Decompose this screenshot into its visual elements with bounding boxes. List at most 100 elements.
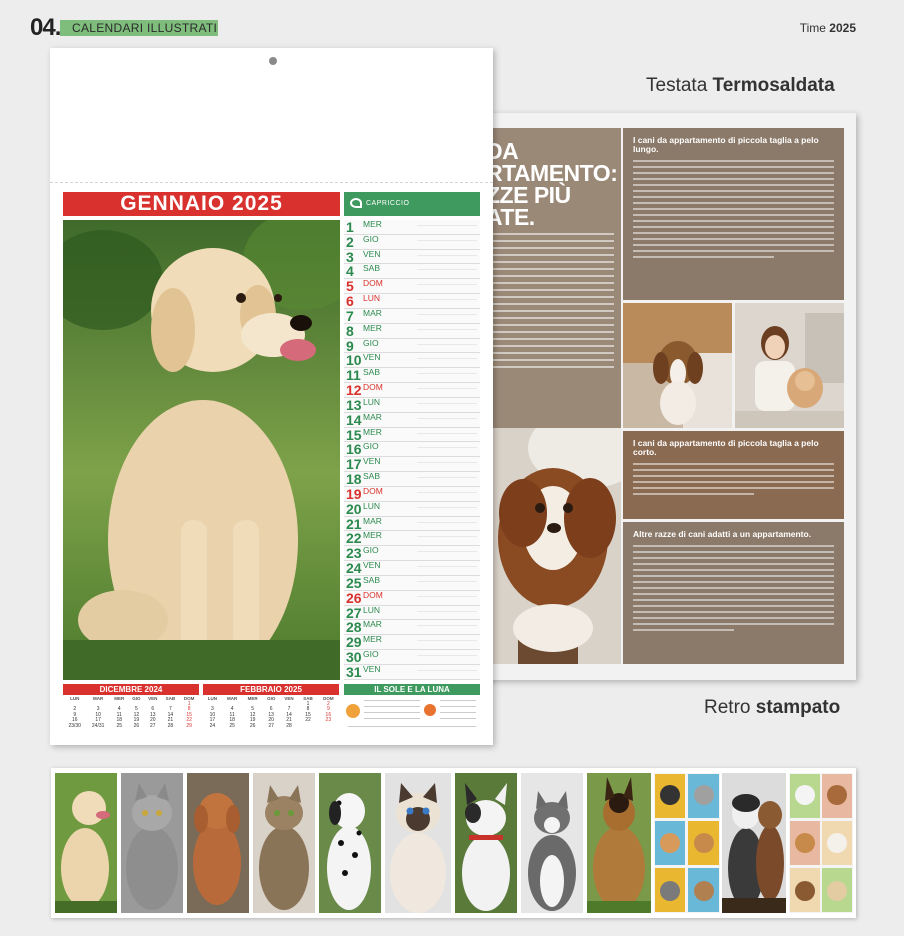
day-number: 1 [346, 219, 354, 235]
day-number: 14 [346, 411, 362, 428]
note-line [417, 328, 477, 330]
day-name: VEN [363, 352, 381, 363]
note-line [417, 477, 477, 479]
day-row: 6 LUN [344, 294, 480, 309]
note-line [417, 402, 477, 404]
note-line [417, 595, 477, 597]
day-number: 31 [346, 663, 362, 680]
mini-day: 28 [286, 722, 292, 729]
day-number: 21 [346, 515, 362, 532]
thumb-grey-cat [121, 773, 183, 913]
day-number: 11 [346, 367, 361, 384]
hanger-hole [269, 57, 277, 65]
day-name: LUN [363, 396, 381, 407]
day-row: 3 VEN [344, 249, 480, 265]
day-number: 24 [346, 560, 362, 577]
day-row: 4 SAB [344, 263, 480, 280]
sun-moon-panel: IL SOLE E LA LUNA [344, 684, 480, 734]
cavalier-dog-photo [478, 428, 621, 664]
day-name: SAB [363, 471, 381, 482]
mini-calendar-prev: DICEMBRE 2024 LUN MAR MER GIO VEN SAB DOM 1 2 3 4 5… [63, 684, 199, 734]
day-number: 23 [346, 545, 362, 562]
day-number: 8 [346, 322, 354, 339]
section-number: 04. [30, 14, 61, 41]
note-line [417, 299, 477, 301]
day-row: 8 MER [344, 322, 480, 339]
perforation-line [50, 182, 493, 183]
day-row: 28 MAR [344, 619, 480, 636]
mini-day [318, 724, 339, 730]
day-row: 9 GIO [344, 338, 480, 354]
note-line [417, 506, 477, 508]
mini-calendar-prev-title: DICEMBRE 2024 [63, 684, 199, 695]
thumb-husky [722, 773, 786, 913]
back-left-panel: DA RTAMENTO: ZZE PIÙ ATE. [478, 128, 621, 664]
day-name: SAB [363, 367, 381, 378]
time-label: Time 2025 [799, 21, 856, 35]
day-name: DOM [363, 589, 383, 600]
note-line [417, 491, 477, 493]
note-line [417, 551, 477, 553]
day-number: 13 [346, 396, 362, 413]
day-row: 25 SAB [344, 574, 480, 591]
note-line [417, 580, 477, 582]
day-name: VEN [363, 560, 381, 571]
day-number: 15 [346, 426, 362, 443]
brand-swirl-icon [350, 198, 362, 208]
day-row: 10 VEN [344, 352, 480, 369]
day-number: 27 [346, 604, 362, 621]
day-number: 22 [346, 530, 362, 547]
day-name: MAR [363, 619, 382, 630]
mini-day: 25 [116, 722, 123, 729]
thumb-poodle [187, 773, 249, 913]
thumb-german-shepherd [587, 773, 651, 913]
note-line [417, 269, 477, 271]
day-row: 18 SAB [344, 472, 480, 487]
thumb-golden-retriever [55, 773, 117, 913]
mini-day: 25 [229, 722, 235, 729]
day-row: 24 VEN [344, 561, 480, 576]
mini-day: 28 [167, 722, 174, 729]
mini-day: 27 [268, 722, 274, 729]
note-line [417, 284, 477, 286]
day-row: 22 MER [344, 530, 480, 547]
day-name: SAB [363, 263, 381, 274]
day-name: DOM [363, 485, 383, 496]
thumb-dalmatian [319, 773, 381, 913]
day-name: MER [363, 426, 382, 437]
day-number: 30 [346, 649, 362, 666]
note-line [417, 388, 477, 390]
day-row: 2 GIO [344, 234, 480, 250]
day-number: 10 [346, 352, 362, 369]
day-row: 15 MER [344, 426, 480, 443]
day-name: MER [363, 634, 382, 645]
day-number: 25 [346, 574, 362, 591]
day-row: 7 MAR [344, 308, 480, 324]
day-name: GIO [363, 649, 379, 660]
day-name: LUN [363, 500, 381, 511]
thumb-tabby-cat [253, 773, 315, 913]
day-number: 16 [346, 441, 362, 458]
day-number: 17 [346, 456, 362, 473]
day-row: 11 SAB [344, 367, 480, 384]
day-name: VEN [363, 663, 381, 674]
day-row: 5 DOM [344, 278, 480, 295]
note-line [417, 417, 477, 419]
note-line [417, 313, 477, 315]
day-name: DOM [363, 278, 383, 289]
day-row: 31 VEN [344, 663, 480, 680]
day-row: 12 DOM [344, 383, 480, 398]
back-headline: DA RTAMENTO: ZZE PIÙ ATE. [486, 138, 618, 230]
mini-calendar-next: FEBBRAIO 2025 LUN MAR MER GIO VEN SAB DOM 1 2 3 4 5… [203, 684, 339, 734]
day-name: MAR [363, 515, 382, 526]
day-name: GIO [363, 441, 379, 452]
day-row: 20 LUN [344, 500, 480, 517]
day-number: 20 [346, 500, 362, 517]
sun-moon-title: IL SOLE E LA LUNA [344, 684, 480, 695]
note-line [417, 536, 477, 538]
note-line [417, 640, 477, 642]
note-line [417, 432, 477, 434]
mini-day: 27 [149, 722, 156, 729]
day-name: MAR [363, 411, 382, 422]
month-title: GENNAIO 2025 [63, 192, 340, 216]
